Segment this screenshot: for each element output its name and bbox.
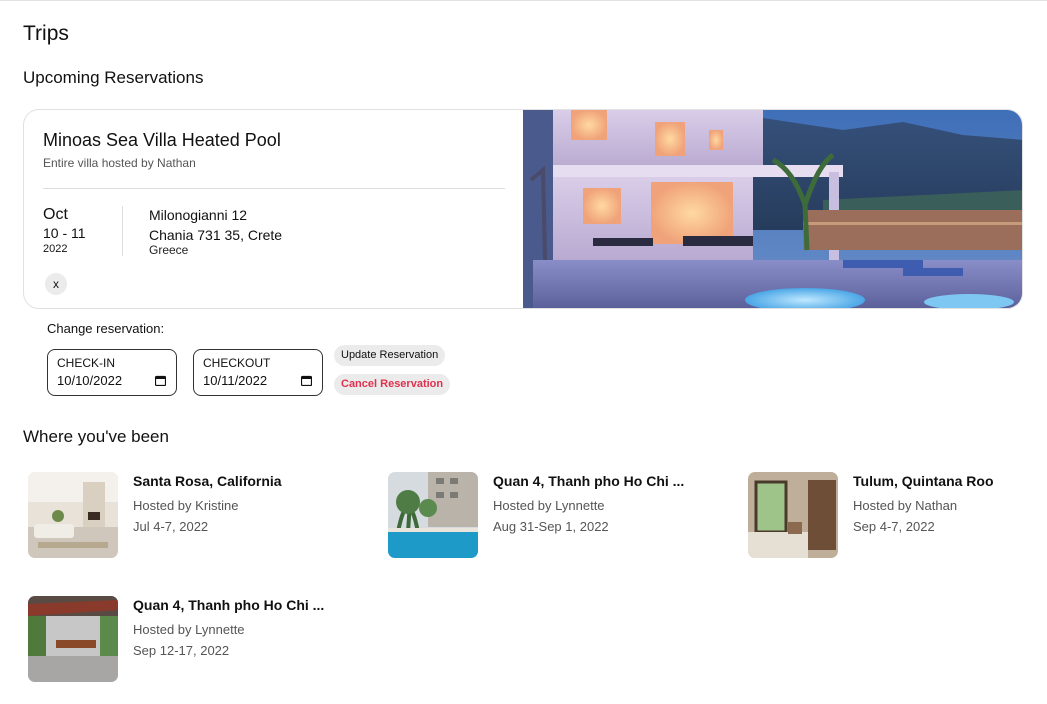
check-in-value: 10/10/2022 [57, 373, 123, 388]
update-reservation-button[interactable]: Update Reservation [334, 345, 446, 366]
reservation-year: 2022 [43, 243, 68, 255]
trip-host: Hosted by Kristine [133, 498, 239, 513]
divider [43, 188, 505, 189]
upcoming-reservation-card: Minoas Sea Villa Heated Pool Entire vill… [23, 109, 1023, 309]
past-trip-card[interactable]: Santa Rosa, California Hosted by Kristin… [28, 472, 358, 558]
trip-host: Hosted by Lynnette [493, 498, 605, 513]
reservation-details: Minoas Sea Villa Heated Pool Entire vill… [24, 110, 524, 308]
calendar-icon[interactable] [155, 375, 166, 386]
reservation-month: Oct [43, 206, 68, 223]
page-title: Trips [23, 22, 69, 45]
trip-location: Quan 4, Thanh pho Ho Chi ... [493, 473, 685, 489]
vertical-divider [122, 206, 123, 256]
trip-dates: Sep 12-17, 2022 [133, 643, 230, 658]
trip-thumbnail [388, 472, 478, 558]
calendar-icon[interactable] [301, 375, 312, 386]
villa-photo [523, 110, 1022, 308]
reservation-days: 10 - 11 [43, 225, 86, 241]
past-trip-card[interactable]: Quan 4, Thanh pho Ho Chi ... Hosted by L… [388, 472, 718, 558]
upcoming-section-title: Upcoming Reservations [23, 68, 204, 87]
trip-host: Hosted by Lynnette [133, 622, 245, 637]
trip-thumbnail [748, 472, 838, 558]
checkout-date-input[interactable]: CHECKOUT 10/11/2022 [193, 349, 323, 396]
trip-dates: Sep 4-7, 2022 [853, 519, 935, 534]
change-reservation-label: Change reservation: [47, 321, 165, 336]
address-line-2: Chania 731 35, Crete [149, 227, 283, 243]
remove-reservation-button[interactable]: x [45, 273, 67, 295]
top-border [0, 0, 1047, 1]
reservation-listing-name: Minoas Sea Villa Heated Pool [43, 130, 281, 150]
past-trip-card[interactable]: Quan 4, Thanh pho Ho Chi ... Hosted by L… [28, 596, 358, 682]
trip-dates: Aug 31-Sep 1, 2022 [493, 519, 609, 534]
check-in-date-input[interactable]: CHECK-IN 10/10/2022 [47, 349, 177, 396]
past-trips-section-title: Where you've been [23, 427, 169, 446]
trip-thumbnail [28, 596, 118, 682]
trip-location: Santa Rosa, California [133, 473, 282, 489]
trip-thumbnail [28, 472, 118, 558]
check-in-label: CHECK-IN [57, 356, 116, 370]
address-line-1: Milonogianni 12 [149, 207, 248, 223]
address-line-3: Greece [149, 243, 189, 257]
trip-host: Hosted by Nathan [853, 498, 958, 513]
trip-dates: Jul 4-7, 2022 [133, 519, 209, 534]
checkout-value: 10/11/2022 [203, 373, 268, 388]
trip-location: Quan 4, Thanh pho Ho Chi ... [133, 597, 325, 613]
reservation-listing-subtitle: Entire villa hosted by Nathan [43, 156, 196, 170]
cancel-reservation-button[interactable]: Cancel Reservation [334, 374, 451, 395]
trip-location: Tulum, Quintana Roo [853, 473, 994, 489]
checkout-label: CHECKOUT [203, 356, 271, 370]
past-trip-card[interactable]: Tulum, Quintana Roo Hosted by Nathan Sep… [748, 472, 1047, 558]
